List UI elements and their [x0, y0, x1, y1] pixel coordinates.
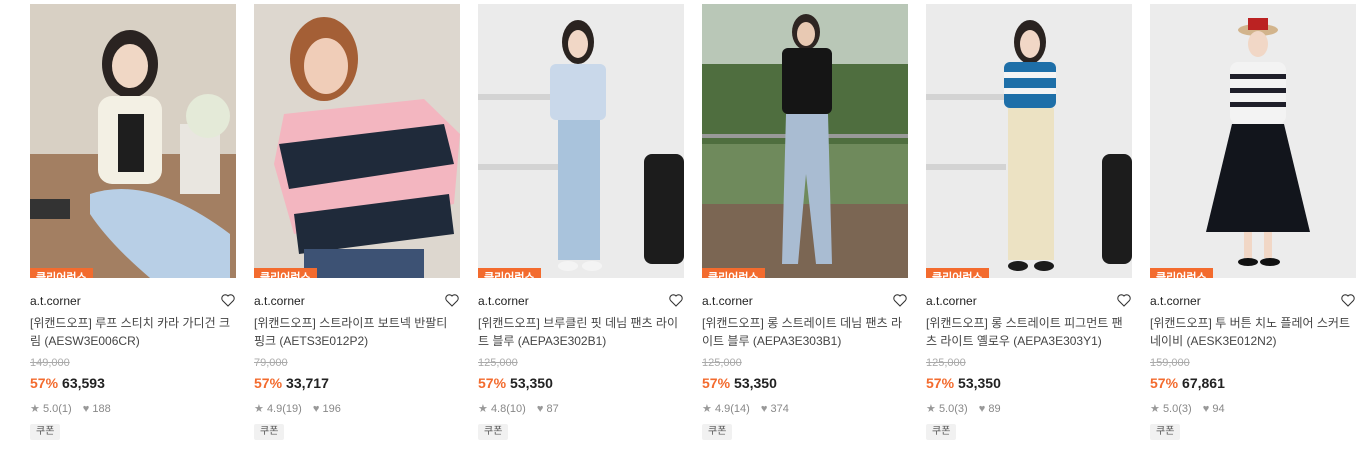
sale-price: 63,593: [62, 375, 105, 391]
sale-price: 53,350: [510, 375, 553, 391]
clearance-tag: 클리어런스: [30, 268, 93, 278]
like-count: 89: [988, 403, 1001, 416]
heart-filled-icon: ♥: [978, 403, 986, 416]
like-count: 374: [770, 403, 789, 416]
clearance-tag: 클리어런스: [1150, 268, 1213, 278]
heart-filled-icon: ♥: [536, 403, 544, 416]
sale-price: 67,861: [1182, 375, 1225, 391]
discount-rate: 57%: [30, 375, 59, 391]
sale-price: 53,350: [734, 375, 777, 391]
clearance-tag: 클리어런스: [926, 268, 989, 278]
product-photo-yellow-pants: [926, 4, 1132, 278]
like-count: 87: [546, 403, 559, 416]
product-card[interactable]: 클리어런스 a.t.corner [위캔드오프] 루프 스티치 카라 가디건 크…: [30, 4, 240, 441]
product-photo-pink-stripe-tee: [254, 4, 460, 278]
heart-outline-icon[interactable]: [1116, 292, 1132, 308]
heart-outline-icon[interactable]: [220, 292, 236, 308]
heart-filled-icon: ♥: [760, 403, 768, 416]
product-photo-straight-denim: [702, 4, 908, 278]
brand-name[interactable]: a.t.corner: [478, 292, 688, 310]
product-image[interactable]: 클리어런스: [30, 4, 236, 278]
rating: 5.0: [1162, 403, 1179, 416]
product-photo-navy-flare-skirt: [1150, 4, 1356, 278]
clearance-tag: 클리어런스: [478, 268, 541, 278]
original-price: 125,000: [926, 357, 966, 369]
rating: 5.0: [938, 403, 955, 416]
heart-outline-icon[interactable]: [444, 292, 460, 308]
brand-name[interactable]: a.t.corner: [30, 292, 240, 310]
review-count: (10): [506, 403, 526, 416]
original-price: 79,000: [254, 357, 288, 369]
product-grid: 클리어런스 a.t.corner [위캔드오프] 루프 스티치 카라 가디건 크…: [0, 0, 1359, 452]
heart-outline-icon[interactable]: [668, 292, 684, 308]
discount-rate: 57%: [702, 375, 731, 391]
product-photo-light-blue-denim: [478, 4, 684, 278]
product-image[interactable]: 클리어런스: [254, 4, 460, 278]
product-title[interactable]: [위캔드오프] 브루클린 핏 데님 팬츠 라이트 블루 (AEPA3E302B1…: [478, 314, 678, 350]
sale-price: 33,717: [286, 375, 329, 391]
product-image[interactable]: 클리어런스: [702, 4, 908, 278]
brand-name[interactable]: a.t.corner: [1150, 292, 1359, 310]
rating: 4.9: [266, 403, 283, 416]
review-count: (3): [954, 403, 968, 416]
product-title[interactable]: [위캔드오프] 루프 스티치 카라 가디건 크림 (AESW3E006CR): [30, 314, 230, 350]
star-icon: ★: [926, 403, 936, 416]
like-count: 188: [92, 403, 111, 416]
sale-price: 53,350: [958, 375, 1001, 391]
coupon-badge: 쿠폰: [926, 424, 957, 441]
heart-outline-icon[interactable]: [892, 292, 908, 308]
product-card[interactable]: 클리어런스 a.t.corner [위캔드오프] 브루클린 핏 데님 팬츠 라이…: [478, 4, 688, 441]
product-title[interactable]: [위캔드오프] 롱 스트레이트 데님 팬츠 라이트 블루 (AEPA3E303B…: [702, 314, 902, 350]
star-icon: ★: [478, 403, 488, 416]
coupon-badge: 쿠폰: [478, 424, 509, 441]
review-count: (1): [58, 403, 72, 416]
discount-rate: 57%: [926, 375, 955, 391]
clearance-tag: 클리어런스: [254, 268, 317, 278]
discount-rate: 57%: [478, 375, 507, 391]
review-count: (3): [1178, 403, 1192, 416]
coupon-badge: 쿠폰: [30, 424, 61, 441]
original-price: 125,000: [478, 357, 518, 369]
heart-filled-icon: ♥: [312, 403, 320, 416]
product-card[interactable]: 클리어런스 a.t.corner [위캔드오프] 스트라이프 보트넥 반팔티 핑…: [254, 4, 464, 441]
original-price: 125,000: [702, 357, 742, 369]
product-title[interactable]: [위캔드오프] 스트라이프 보트넥 반팔티 핑크 (AETS3E012P2): [254, 314, 454, 350]
product-title[interactable]: [위캔드오프] 투 버튼 치노 플레어 스커트 네이비 (AESK3E012N2…: [1150, 314, 1350, 350]
heart-outline-icon[interactable]: [1340, 292, 1356, 308]
star-icon: ★: [1150, 403, 1160, 416]
coupon-badge: 쿠폰: [254, 424, 285, 441]
rating: 4.9: [714, 403, 731, 416]
star-icon: ★: [702, 403, 712, 416]
like-count: 94: [1212, 403, 1225, 416]
brand-name[interactable]: a.t.corner: [702, 292, 912, 310]
brand-name[interactable]: a.t.corner: [254, 292, 464, 310]
discount-rate: 57%: [254, 375, 283, 391]
product-card[interactable]: 클리어런스 a.t.corner [위캔드오프] 투 버튼 치노 플레어 스커트…: [1150, 4, 1359, 441]
like-count: 196: [322, 403, 341, 416]
rating: 4.8: [490, 403, 507, 416]
product-photo-cream-cardigan: [30, 4, 236, 278]
product-image[interactable]: 클리어런스: [478, 4, 684, 278]
heart-filled-icon: ♥: [82, 403, 90, 416]
product-card[interactable]: 클리어런스 a.t.corner [위캔드오프] 롱 스트레이트 데님 팬츠 라…: [702, 4, 912, 441]
product-image[interactable]: 클리어런스: [926, 4, 1132, 278]
star-icon: ★: [254, 403, 264, 416]
original-price: 159,000: [1150, 357, 1190, 369]
review-count: (14): [730, 403, 750, 416]
discount-rate: 57%: [1150, 375, 1179, 391]
coupon-badge: 쿠폰: [1150, 424, 1181, 441]
coupon-badge: 쿠폰: [702, 424, 733, 441]
review-count: (19): [282, 403, 302, 416]
product-title[interactable]: [위캔드오프] 롱 스트레이트 피그먼트 팬츠 라이트 옐로우 (AEPA3E3…: [926, 314, 1126, 350]
product-image[interactable]: 클리어런스: [1150, 4, 1356, 278]
product-card[interactable]: 클리어런스 a.t.corner [위캔드오프] 롱 스트레이트 피그먼트 팬츠…: [926, 4, 1136, 441]
heart-filled-icon: ♥: [1202, 403, 1210, 416]
original-price: 149,000: [30, 357, 70, 369]
brand-name[interactable]: a.t.corner: [926, 292, 1136, 310]
rating: 5.0: [42, 403, 59, 416]
clearance-tag: 클리어런스: [702, 268, 765, 278]
star-icon: ★: [30, 403, 40, 416]
